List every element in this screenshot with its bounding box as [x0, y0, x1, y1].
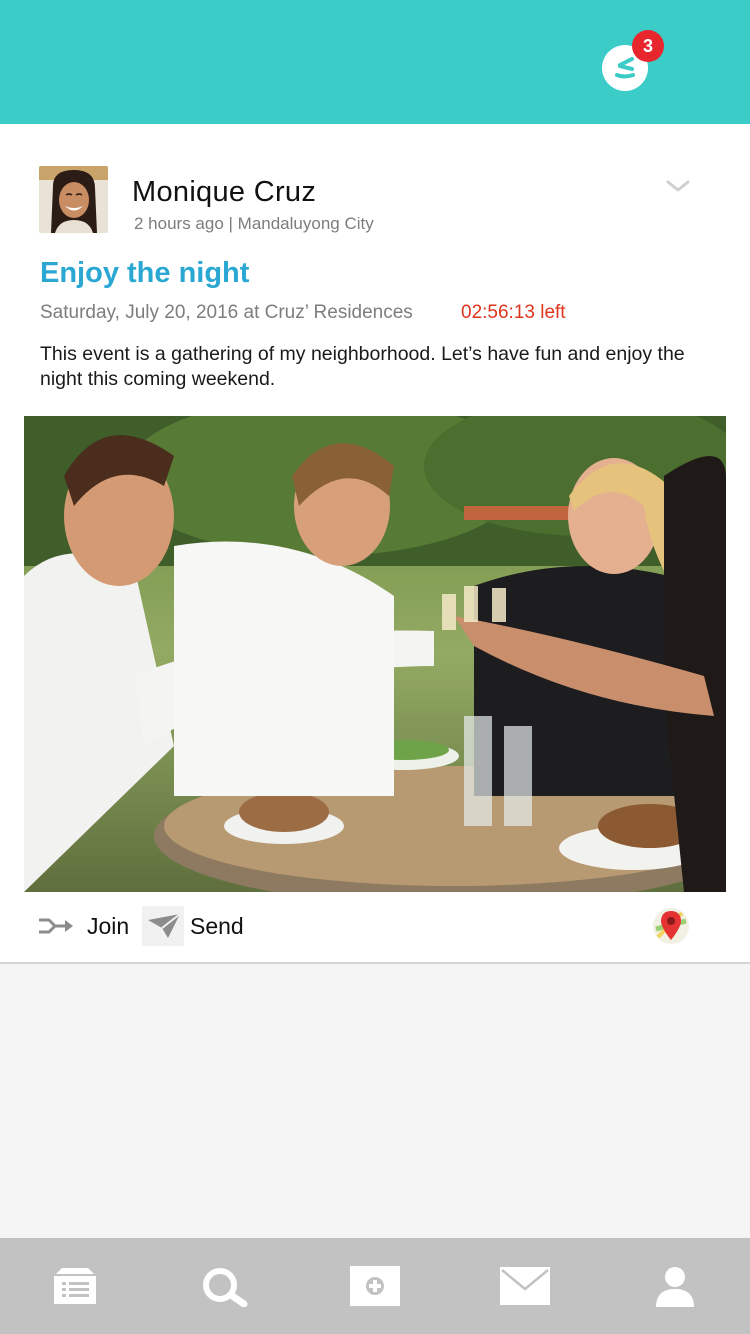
author-name[interactable]: Monique Cruz	[132, 176, 316, 209]
event-date-venue: Saturday, July 20, 2016 at Cruz’ Residen…	[40, 302, 413, 323]
avatar[interactable]	[39, 166, 108, 233]
notification-badge: 3	[632, 30, 664, 62]
map-pin-icon[interactable]	[652, 907, 690, 945]
join-icon	[39, 918, 73, 934]
nav-messages[interactable]	[450, 1238, 600, 1334]
search-icon	[203, 1268, 248, 1307]
top-bar: 3	[0, 0, 750, 124]
join-label: Join	[87, 912, 130, 939]
nav-create[interactable]	[300, 1238, 450, 1334]
send-label: Send	[190, 912, 244, 939]
nav-search[interactable]	[150, 1238, 300, 1334]
event-post-card: Monique Cruz 2 hours ago | Mandaluyong C…	[0, 124, 750, 964]
event-photo[interactable]	[24, 416, 726, 892]
send-button[interactable]: Send	[142, 904, 244, 948]
logo-icon	[615, 57, 635, 79]
event-description: This event is a gathering of my neighbor…	[40, 343, 685, 390]
nav-feed[interactable]	[0, 1238, 150, 1334]
mail-icon	[500, 1267, 550, 1305]
event-countdown: 02:56:13 left	[461, 302, 566, 323]
nav-profile[interactable]	[600, 1238, 750, 1334]
send-icon	[142, 906, 184, 946]
bottom-nav	[0, 1238, 750, 1334]
chevron-down-icon[interactable]	[664, 176, 692, 196]
create-icon	[350, 1266, 400, 1306]
profile-icon	[656, 1267, 694, 1307]
event-title[interactable]: Enjoy the night	[40, 257, 249, 290]
join-button[interactable]: Join	[37, 904, 129, 948]
feed-icon	[54, 1268, 96, 1304]
post-time-location: 2 hours ago | Mandaluyong City	[134, 214, 374, 233]
